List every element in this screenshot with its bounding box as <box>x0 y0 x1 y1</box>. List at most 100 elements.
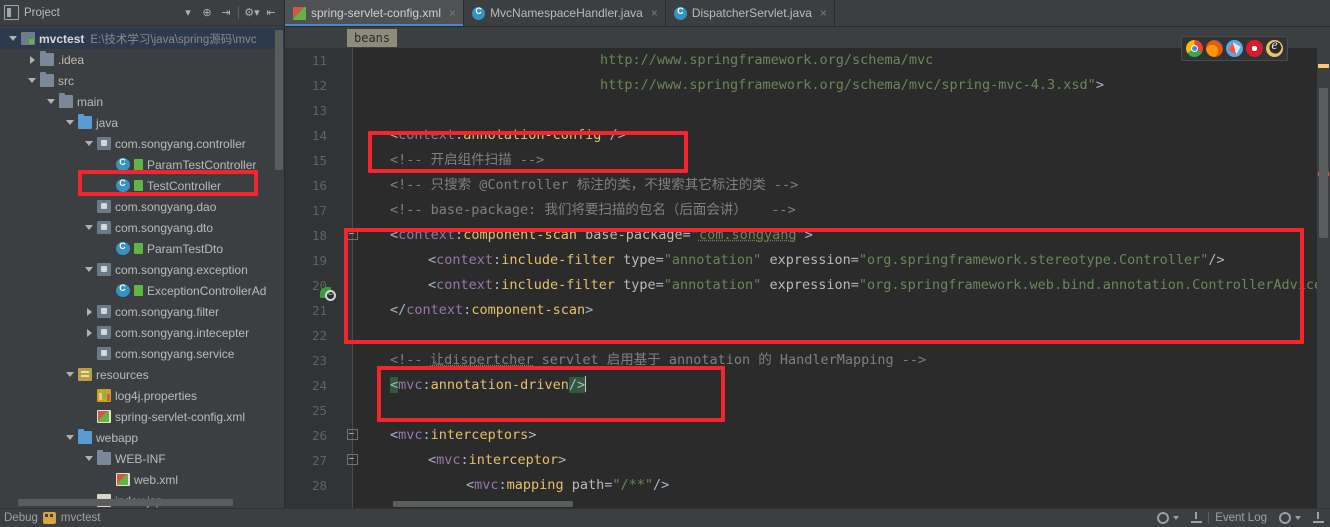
collapse-all-icon[interactable]: ⇥ <box>217 4 235 22</box>
code-line-22[interactable]: 22 <box>285 323 1330 348</box>
tree-expand-arrow-icon[interactable] <box>84 453 95 464</box>
code-content[interactable]: 11 http://www.springframework.org/schema/… <box>285 48 1330 508</box>
code-line-13[interactable]: 13 <box>285 98 1330 123</box>
code-line-18[interactable]: 18 <context:component-scan base-package="… <box>285 223 1330 248</box>
status-download-button[interactable] <box>1185 512 1208 524</box>
tree-node--idea[interactable]: .idea <box>0 49 284 70</box>
tree-expand-arrow-icon[interactable] <box>84 138 95 149</box>
editor-tab-mvcnamespacehandler-java[interactable]: MvcNamespaceHandler.java × <box>464 0 666 26</box>
open-in-browser-bar[interactable] <box>1181 36 1288 61</box>
tree-node-com-songyang-dao[interactable]: com.songyang.dao <box>0 196 284 217</box>
chevron-down-icon[interactable]: ▾ <box>179 4 197 22</box>
tree-expand-arrow-icon[interactable] <box>46 96 57 107</box>
event-log-button[interactable]: Event Log <box>1209 512 1273 524</box>
tree-node-main[interactable]: main <box>0 91 284 112</box>
line-number: 15 <box>311 153 327 168</box>
code-token: = <box>655 252 664 268</box>
debug-tool-window-button[interactable]: Debug mvctest <box>0 512 101 524</box>
tree-node-com-songyang-filter[interactable]: com.songyang.filter <box>0 301 284 322</box>
editor-tab-bar[interactable]: spring-servlet-config.xml×MvcNamespaceHa… <box>285 0 1330 27</box>
breadcrumb-item-beans[interactable]: beans <box>347 28 398 47</box>
safari-icon[interactable] <box>1226 40 1243 57</box>
tree-expand-arrow-icon[interactable] <box>27 75 38 86</box>
pkg-icon <box>97 221 111 234</box>
tree-expand-arrow-icon[interactable] <box>27 54 38 65</box>
tree-node-java[interactable]: java <box>0 112 284 133</box>
tree-expand-arrow-icon[interactable] <box>84 264 95 275</box>
tree-node-resources[interactable]: resources <box>0 364 284 385</box>
editor-tab-dispatcherservlet-java[interactable]: DispatcherServlet.java × <box>666 0 835 26</box>
editor-vertical-scrollbar-track[interactable] <box>1317 48 1330 508</box>
tree-node-paramtestcontroller[interactable]: ParamTestController <box>0 154 284 175</box>
scrollbar-marker-warning[interactable] <box>1318 64 1329 68</box>
tree-node-paramtestdto[interactable]: ParamTestDto <box>0 238 284 259</box>
code-line-15[interactable]: 15 <!-- 开启组件扫描 --> <box>285 148 1330 173</box>
code-token: : <box>422 427 431 443</box>
tree-node-com-songyang-dto[interactable]: com.songyang.dto <box>0 217 284 238</box>
project-tree-horizontal-scrollbar[interactable] <box>18 499 233 506</box>
project-path-label: E:\技术学习\java\spring源码\mvc <box>90 33 257 46</box>
tree-node-com-songyang-controller[interactable]: com.songyang.controller <box>0 133 284 154</box>
tree-node-com-songyang-exception[interactable]: com.songyang.exception <box>0 259 284 280</box>
tree-node-web-inf[interactable]: WEB-INF <box>0 448 284 469</box>
tree-expand-arrow-icon[interactable] <box>84 306 95 317</box>
tree-expand-arrow-icon[interactable] <box>65 432 76 443</box>
code-line-17[interactable]: 17 <!-- base-package: 我们将要扫描的包名（后面会讲） --> <box>285 198 1330 223</box>
project-tree[interactable]: mvctest E:\技术学习\java\spring源码\mvc .idea src… <box>0 26 284 508</box>
editor-vertical-scrollbar-thumb[interactable] <box>1319 88 1328 238</box>
tree-expand-arrow-icon[interactable] <box>65 117 76 128</box>
code-line-11[interactable]: 11 http://www.springframework.org/schema/… <box>285 48 1330 73</box>
code-token: <!-- <box>390 352 431 368</box>
tree-node-testcontroller[interactable]: TestController <box>0 175 284 196</box>
code-line-20[interactable]: 20 <context:include-filter type="annotati… <box>285 273 1330 298</box>
tree-node-log4j-properties[interactable]: log4j.properties <box>0 385 284 406</box>
project-tree-vertical-scrollbar[interactable] <box>275 30 283 170</box>
code-token: context <box>406 302 464 318</box>
code-line-27[interactable]: 27 <mvc:interceptor> <box>285 448 1330 473</box>
code-line-28[interactable]: 28 <mvc:mapping path="/**"/> <box>285 473 1330 498</box>
tree-node-web-xml[interactable]: web.xml <box>0 469 284 490</box>
tree-node-src[interactable]: src <box>0 70 284 91</box>
tree-node-exceptioncontrollerad[interactable]: ExceptionControllerAd <box>0 280 284 301</box>
code-fold-toggle-icon[interactable] <box>347 454 358 465</box>
edge-icon[interactable] <box>1266 38 1283 57</box>
close-icon[interactable]: × <box>449 6 456 20</box>
opera-icon[interactable] <box>1246 40 1263 57</box>
pkg-icon <box>97 263 111 276</box>
code-line-12[interactable]: 12 http://www.springframework.org/schema/… <box>285 73 1330 98</box>
gear-icon[interactable]: ⚙▾ <box>243 4 261 22</box>
code-line-24[interactable]: 24 <mvc:annotation-driven/> <box>285 373 1330 398</box>
tree-node-mvctest[interactable]: mvctest E:\技术学习\java\spring源码\mvc <box>0 28 284 49</box>
code-fold-toggle-icon[interactable] <box>347 429 358 440</box>
firefox-icon[interactable] <box>1206 40 1223 57</box>
tree-expand-arrow-icon[interactable] <box>8 33 19 44</box>
close-icon[interactable]: × <box>651 6 658 20</box>
code-line-26[interactable]: 26 <mvc:interceptors> <box>285 423 1330 448</box>
code-fold-toggle-icon[interactable] <box>347 229 358 240</box>
code-line-21[interactable]: 21 </context:component-scan> <box>285 298 1330 323</box>
code-line-14[interactable]: 14 <context:annotation-config /> <box>285 123 1330 148</box>
code-editor[interactable]: 11 http://www.springframework.org/schema/… <box>285 48 1330 508</box>
code-line-19[interactable]: 19 <context:include-filter type="annotati… <box>285 248 1330 273</box>
locate-icon[interactable]: ⊕ <box>198 4 216 22</box>
code-line-16[interactable]: 16 <!-- 只搜索 @Controller 标注的类，不搜索其它标注的类 --… <box>285 173 1330 198</box>
spring-bean-gutter-icon[interactable] <box>320 286 338 304</box>
editor-tab-spring-servlet-config-xml[interactable]: spring-servlet-config.xml × <box>285 0 465 26</box>
tree-expand-arrow-icon[interactable] <box>84 222 95 233</box>
editor-horizontal-scrollbar[interactable] <box>393 501 573 507</box>
tree-node-com-songyang-service[interactable]: com.songyang.service <box>0 343 284 364</box>
tree-expand-arrow-icon[interactable] <box>84 327 95 338</box>
tree-expand-arrow-icon[interactable] <box>65 369 76 380</box>
tree-node-webapp[interactable]: webapp <box>0 427 284 448</box>
close-icon[interactable]: × <box>820 6 827 20</box>
status-gear-button[interactable] <box>1151 512 1185 524</box>
chrome-icon[interactable] <box>1186 40 1203 57</box>
status-download-button-2[interactable] <box>1307 512 1330 524</box>
code-line-23[interactable]: 23 <!-- 让dispertcher servlet 启用基于 annotat… <box>285 348 1330 373</box>
code-token: context <box>398 227 456 243</box>
hide-icon[interactable]: ⇤ <box>262 4 280 22</box>
code-line-25[interactable]: 25 <box>285 398 1330 423</box>
status-gear-button-2[interactable] <box>1273 512 1307 524</box>
tree-node-spring-servlet-config-xml[interactable]: spring-servlet-config.xml <box>0 406 284 427</box>
tree-node-com-songyang-intecepter[interactable]: com.songyang.intecepter <box>0 322 284 343</box>
